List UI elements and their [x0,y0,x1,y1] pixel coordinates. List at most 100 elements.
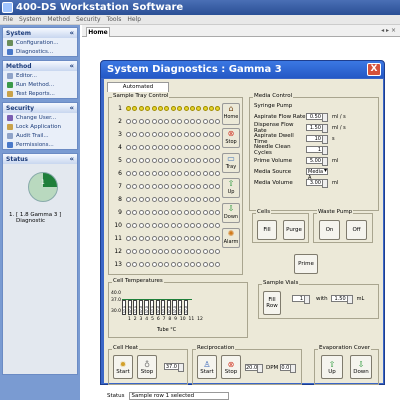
sample-position[interactable] [177,119,183,124]
sample-position[interactable] [196,184,202,189]
sample-position[interactable] [164,132,170,137]
sample-position[interactable] [196,119,202,124]
panel-status-header[interactable]: Status « [3,154,77,164]
vial-volume-spinner[interactable]: 1.50 [330,295,353,304]
sample-position[interactable] [138,145,144,150]
sample-position[interactable] [177,145,183,150]
sample-position[interactable] [202,132,208,137]
sample-position[interactable] [196,132,202,137]
sample-position[interactable] [215,158,221,163]
sample-position[interactable] [126,210,131,215]
sample-position[interactable] [177,223,183,228]
sample-position[interactable] [183,249,189,254]
sample-position[interactable] [189,171,195,176]
sample-position[interactable] [170,132,176,137]
sample-position[interactable] [215,184,221,189]
sample-position[interactable] [183,210,189,215]
tray-row[interactable]: 9 [113,208,222,217]
sidebar-item-audit-trail[interactable]: Audit Trail... [3,131,77,140]
sample-position[interactable] [202,197,208,202]
sample-position[interactable] [170,119,176,124]
clean-cycles-spinner[interactable]: 1 [306,146,328,155]
tray-row[interactable]: 1 [113,104,222,113]
sample-position[interactable] [151,119,157,124]
panel-system-header[interactable]: System « [3,28,77,38]
tray-row[interactable]: 11 [113,234,222,243]
tray-row[interactable]: 3 [113,130,222,139]
sample-position[interactable] [209,236,215,241]
sample-position[interactable] [132,262,138,267]
down-button[interactable]: ⇩ Down [222,203,240,223]
sample-position[interactable] [196,223,202,228]
panel-method-header[interactable]: Method « [3,61,77,71]
tab-home[interactable]: Home [86,27,110,37]
tray-row[interactable]: 6 [113,169,222,178]
sample-position[interactable] [189,106,195,111]
collapse-icon[interactable]: « [69,29,74,37]
up-button[interactable]: ⇧ Up [222,178,240,198]
sample-position[interactable] [138,236,144,241]
sample-position[interactable] [189,119,195,124]
sample-position[interactable] [126,171,131,176]
sample-position[interactable] [170,262,176,267]
collapse-icon[interactable]: « [69,104,74,112]
sample-position[interactable] [170,171,176,176]
tray-button[interactable]: ▭ Tray [222,153,240,173]
sample-position[interactable] [202,184,208,189]
sample-position[interactable] [196,262,202,267]
tray-row[interactable]: 5 [113,156,222,165]
sample-position[interactable] [202,210,208,215]
heat-setpoint-spinner[interactable]: 37.0 [164,363,184,372]
sample-position[interactable] [209,210,215,215]
sample-position[interactable] [170,236,176,241]
sample-position[interactable] [177,262,183,267]
sample-position[interactable] [138,184,144,189]
sample-position[interactable] [164,158,170,163]
evap-down-button[interactable]: ⇩ Down [350,355,372,379]
sample-position[interactable] [157,249,163,254]
sample-position[interactable] [209,223,215,228]
sample-position[interactable] [170,184,176,189]
sample-position[interactable] [151,158,157,163]
sample-position[interactable] [183,236,189,241]
sample-position[interactable] [170,106,176,111]
menu-help[interactable]: Help [127,16,141,23]
sample-position[interactable] [202,249,208,254]
sample-position[interactable] [164,262,170,267]
waste-off-button[interactable]: Off [346,220,367,240]
sample-position[interactable] [177,236,183,241]
sample-position[interactable] [126,106,131,111]
recip-start-button[interactable]: ♙ Start [197,355,217,379]
sample-position[interactable] [157,132,163,137]
tray-row[interactable]: 2 [113,117,222,126]
sample-position[interactable] [157,223,163,228]
alarm-button[interactable]: ✺ Alarm [222,228,240,248]
sample-position[interactable] [151,145,157,150]
tray-row[interactable]: 7 [113,182,222,191]
sample-position[interactable] [164,236,170,241]
sample-position[interactable] [132,106,138,111]
sidebar-item-test-reports[interactable]: Test Reports... [3,89,77,98]
prime-button[interactable]: Prime [294,254,318,274]
sample-position[interactable] [138,158,144,163]
sample-position[interactable] [196,106,202,111]
sample-position[interactable] [145,119,151,124]
sample-position[interactable] [126,249,131,254]
menu-file[interactable]: File [3,16,13,23]
sample-position[interactable] [177,132,183,137]
sample-position[interactable] [145,223,151,228]
sidebar-item-lock-application[interactable]: Lock Application [3,122,77,131]
sample-position[interactable] [177,171,183,176]
sample-position[interactable] [209,132,215,137]
sample-position[interactable] [215,262,221,267]
sample-position[interactable] [209,249,215,254]
collapse-icon[interactable]: « [69,62,74,70]
sample-position[interactable] [151,249,157,254]
sample-position[interactable] [183,106,189,111]
vial-row-spinner[interactable]: 1 [292,295,310,304]
sample-position[interactable] [215,223,221,228]
sample-position[interactable] [138,262,144,267]
sample-position[interactable] [202,145,208,150]
sample-position[interactable] [189,236,195,241]
sample-position[interactable] [132,184,138,189]
